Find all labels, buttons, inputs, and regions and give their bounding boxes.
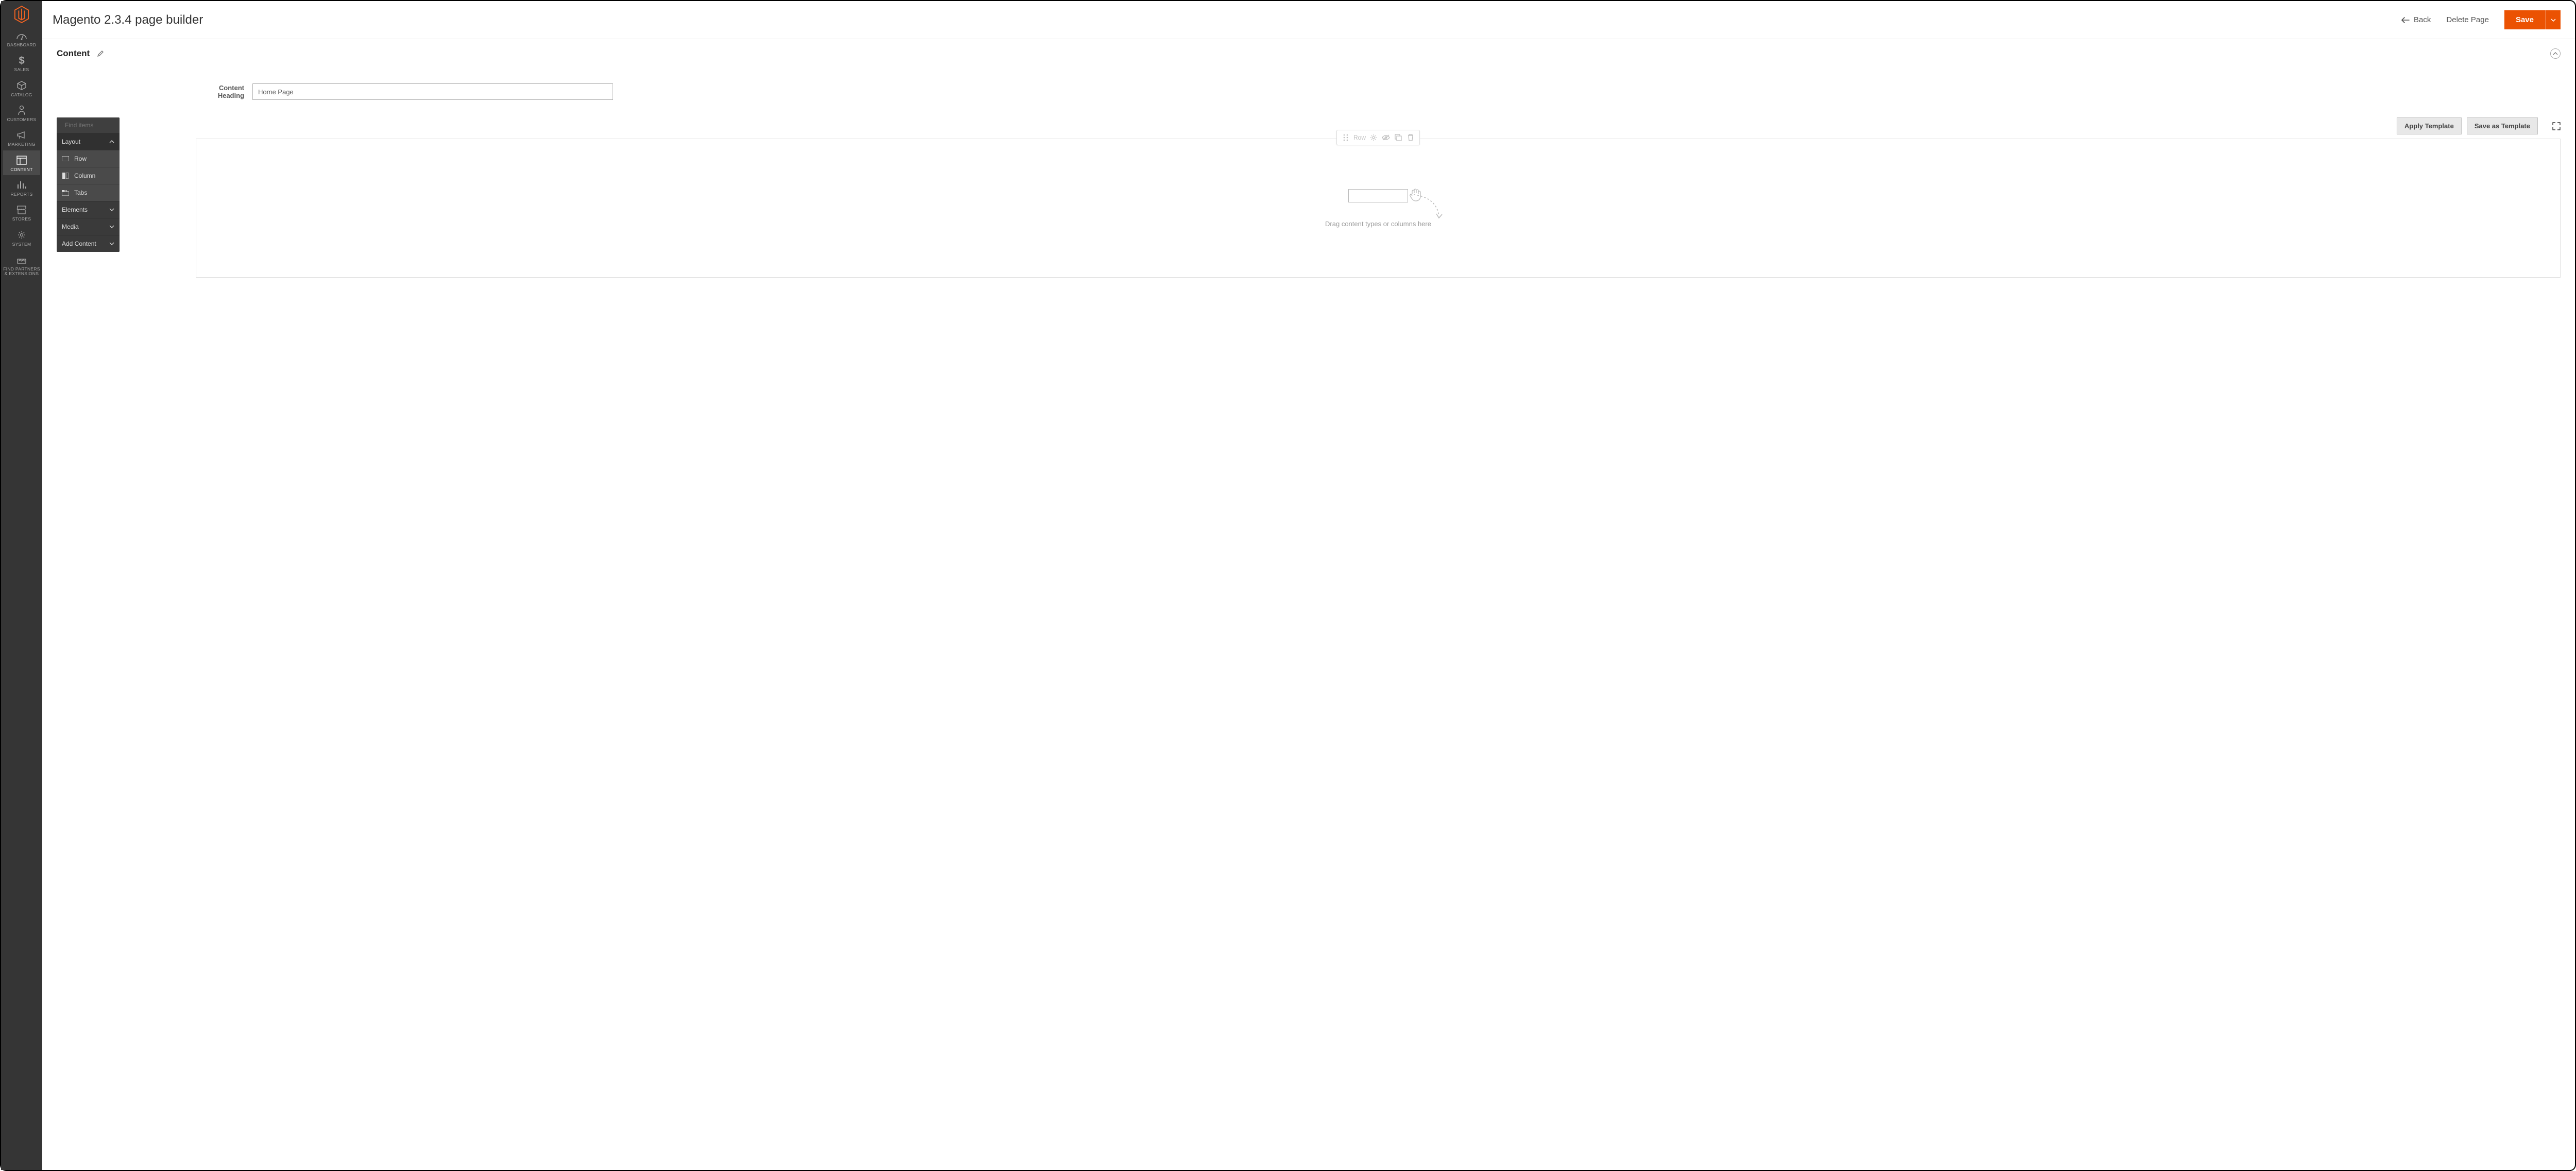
palette-item-row[interactable]: Row <box>57 150 120 167</box>
sidebar-item-label: FIND PARTNERS& EXTENSIONS <box>3 267 40 277</box>
save-button-group: Save <box>2504 10 2561 29</box>
pencil-icon[interactable] <box>97 50 104 57</box>
settings-icon[interactable] <box>1369 133 1378 142</box>
duplicate-icon[interactable] <box>1394 133 1403 142</box>
row-icon <box>62 156 69 162</box>
sidebar-item-label: CONTENT <box>10 167 32 172</box>
palette-group-label: Media <box>62 223 79 230</box>
palette-item-column[interactable]: Column <box>57 167 120 184</box>
sidebar-item-label: CATALOG <box>11 93 32 97</box>
content-heading-label: Content Heading <box>196 84 252 99</box>
customers-icon <box>16 105 27 116</box>
palette-group-label: Elements <box>62 206 88 213</box>
section-header: Content <box>57 48 2561 59</box>
stores-icon <box>16 204 27 215</box>
content-palette: Layout Row Column Tabs Elements Media Add Cont… <box>57 117 120 252</box>
dashboard-icon <box>16 30 27 41</box>
palette-group-addcontent[interactable]: Add Content <box>57 235 120 252</box>
column-icon <box>62 173 69 179</box>
sidebar-item-label: DASHBOARD <box>7 43 37 47</box>
sidebar-item-system[interactable]: SYSTEM <box>3 225 40 250</box>
sidebar-item-catalog[interactable]: CATALOG <box>3 76 40 100</box>
content-icon <box>16 155 27 166</box>
hide-icon[interactable] <box>1381 133 1391 142</box>
top-bar: Magento 2.3.4 page builder Back Delete P… <box>42 1 2575 39</box>
section-title: Content <box>57 48 90 59</box>
palette-group-label: Add Content <box>62 240 96 247</box>
sidebar-item-label: SALES <box>14 67 29 72</box>
fullscreen-icon <box>2552 122 2561 130</box>
drag-handle-icon[interactable] <box>1341 133 1350 142</box>
reports-icon <box>16 179 27 191</box>
sales-icon: $ <box>16 55 27 66</box>
page-builder: LayoutRowColumnTabsElementsMediaAdd Cont… <box>196 117 2561 278</box>
sidebar-item-stores[interactable]: STORES <box>3 200 40 225</box>
fullscreen-button[interactable] <box>2552 122 2561 130</box>
remove-icon[interactable] <box>1406 133 1415 142</box>
magento-logo <box>11 4 32 25</box>
palette-item-label: Column <box>74 172 95 179</box>
palette-group-layout[interactable]: Layout <box>57 133 120 150</box>
chevron-icon <box>109 140 114 143</box>
system-icon <box>16 229 27 241</box>
save-as-template-button[interactable]: Save as Template <box>2467 117 2538 134</box>
palette-search <box>57 117 120 133</box>
delete-label: Delete Page <box>2446 15 2489 24</box>
sidebar-item-content[interactable]: CONTENT <box>3 150 40 175</box>
content-heading-input[interactable] <box>252 83 613 100</box>
sidebar-item-label: SYSTEM <box>12 242 31 247</box>
caret-down-icon <box>2551 19 2556 22</box>
palette-group-elements[interactable]: Elements <box>57 201 120 218</box>
sidebar-item-reports[interactable]: REPORTS <box>3 175 40 200</box>
sidebar-item-label: REPORTS <box>10 192 32 197</box>
sidebar-item-label: MARKETING <box>8 142 35 147</box>
chevron-icon <box>109 242 114 245</box>
drop-illustration: Drag content types or columns here <box>1325 189 1431 228</box>
sidebar-item-sales[interactable]: $SALES <box>3 50 40 75</box>
delete-page-button[interactable]: Delete Page <box>2446 15 2489 24</box>
content-body: Content Content Heading Layout Row Column T… <box>42 39 2575 1170</box>
back-label: Back <box>2414 15 2431 24</box>
sidebar-item-partners[interactable]: FIND PARTNERS& EXTENSIONS <box>3 250 40 280</box>
svg-text:$: $ <box>19 55 24 66</box>
curved-arrow-icon <box>1409 192 1445 223</box>
admin-sidebar: DASHBOARD $SALES CATALOG CUSTOMERS MARKETING… <box>1 1 42 1170</box>
row-toolbar: Row <box>1336 130 1420 145</box>
apply-template-button[interactable]: Apply Template <box>2397 117 2462 134</box>
builder-canvas[interactable]: Row <box>196 139 2561 278</box>
arrow-left-icon <box>2401 17 2410 23</box>
chevron-icon <box>109 225 114 228</box>
sidebar-item-dashboard[interactable]: DASHBOARD <box>3 26 40 50</box>
chevron-up-icon <box>2553 52 2558 55</box>
palette-search-input[interactable] <box>65 122 120 129</box>
sidebar-item-label: CUSTOMERS <box>7 117 37 122</box>
palette-item-label: Tabs <box>74 189 87 196</box>
save-button[interactable]: Save <box>2504 10 2545 29</box>
palette-group-label: Layout <box>62 138 80 145</box>
save-dropdown-button[interactable] <box>2545 10 2561 29</box>
back-button[interactable]: Back <box>2401 15 2431 24</box>
chevron-icon <box>109 208 114 211</box>
catalog-icon <box>16 80 27 91</box>
partners-icon <box>16 254 27 265</box>
sidebar-item-marketing[interactable]: MARKETING <box>3 125 40 150</box>
marketing-icon <box>16 129 27 141</box>
collapse-toggle[interactable] <box>2550 48 2561 59</box>
palette-group-media[interactable]: Media <box>57 218 120 235</box>
row-toolbar-label: Row <box>1353 134 1366 141</box>
top-actions: Back Delete Page Save <box>2401 10 2561 29</box>
page-title: Magento 2.3.4 page builder <box>53 13 2401 27</box>
sidebar-item-label: STORES <box>12 217 31 222</box>
sidebar-item-customers[interactable]: CUSTOMERS <box>3 100 40 125</box>
palette-item-tabs[interactable]: Tabs <box>57 184 120 201</box>
drop-element-icon <box>1348 189 1408 202</box>
tabs-icon <box>62 190 69 196</box>
palette-item-label: Row <box>74 155 87 162</box>
main: Magento 2.3.4 page builder Back Delete P… <box>42 1 2575 1170</box>
content-heading-field: Content Heading <box>196 83 2561 100</box>
